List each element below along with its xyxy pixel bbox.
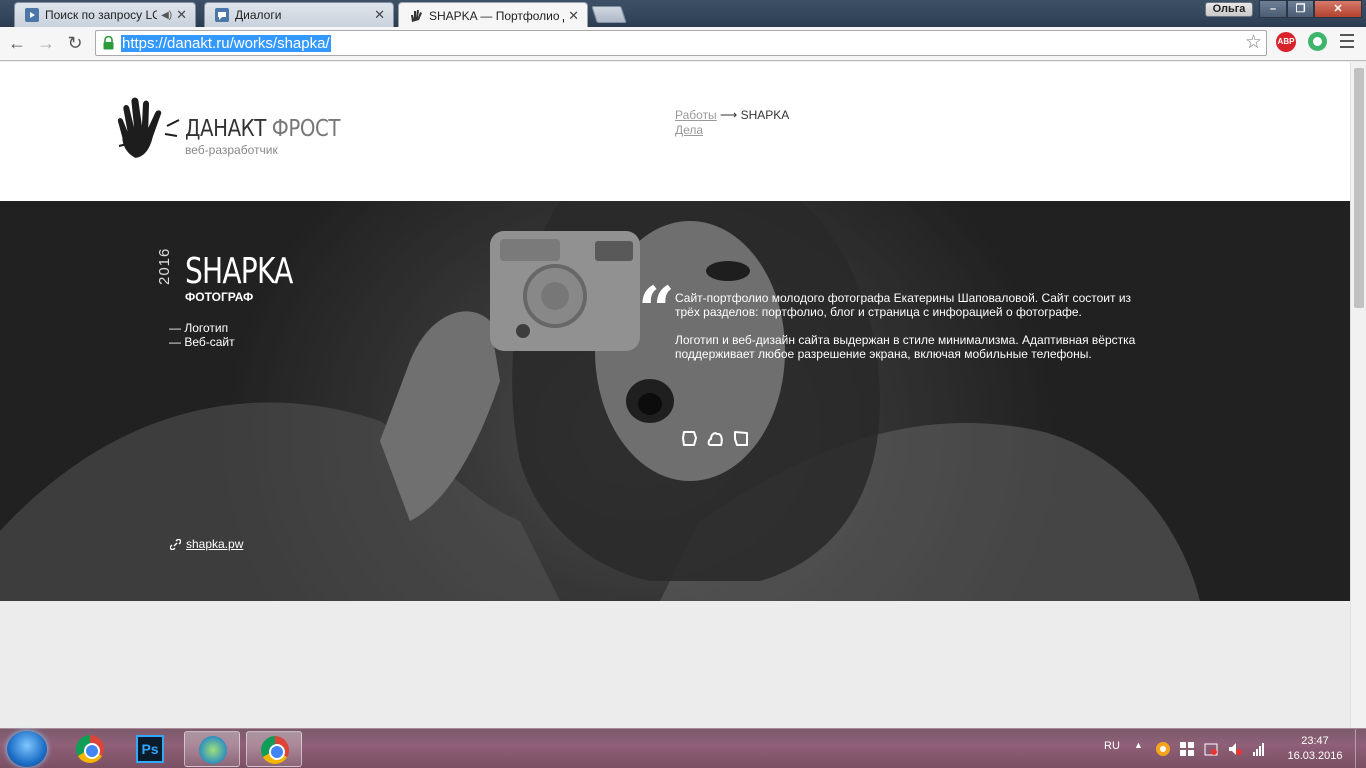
minimize-button[interactable]: – [1259,0,1287,18]
project-hero: 2016 SHAPKA ФОТОГРАФ Логотип Веб-сайт “ … [0,201,1350,601]
breadcrumb-arrow: ⟶ [716,108,741,122]
audio-icon[interactable]: ◀) [161,10,172,21]
page-viewport: ДАНАКТ ФРОСТ веб-разработчик Работы ⟶ SH… [0,62,1350,728]
menu-icon[interactable] [1340,34,1354,52]
project-title: SHAPKA [185,251,293,292]
project-link: shapka.pw [170,537,243,551]
show-desktop-button[interactable] [1355,729,1366,768]
logo-subtitle: веб-разработчик [185,143,278,157]
breadcrumb-deals-link[interactable]: Дела [675,123,703,137]
description-paragraph: Сайт-портфолио молодого фотографа Екатер… [675,291,1132,319]
cloud-shape-icon [707,432,723,446]
lock-icon [103,36,114,50]
clock-time: 23:47 [1301,735,1329,747]
language-indicator[interactable]: RU [1104,740,1120,752]
system-clock[interactable]: 23:47 16.03.2016 [1280,734,1350,764]
reload-icon[interactable]: ↻ [63,32,87,54]
show-hidden-icons-icon[interactable]: ▲ [1134,740,1143,750]
taskbar-chrome-active[interactable] [246,731,302,767]
taskbar-photoshop[interactable]: Ps [122,731,178,767]
bookmark-star-icon[interactable]: ☆ [1245,33,1262,53]
platform-icons [681,430,750,447]
logo-name-light: ФРОСТ [271,116,341,142]
service-item: Логотип [169,321,235,335]
clock-date: 16.03.2016 [1287,750,1343,762]
close-tab-icon[interactable]: ✕ [176,7,187,23]
breadcrumb: Работы ⟶ SHAPKA Дела [675,108,789,138]
url-text[interactable]: https://danakt.ru/works/shapka/ [121,35,331,52]
browser-toolbar: ← → ↻ https://danakt.ru/works/shapka/ ☆ … [0,27,1366,61]
tab-title: Диалоги [235,8,282,22]
mobile-shape-icon [734,431,748,446]
vk-video-icon [25,8,39,22]
tab-dialogs[interactable]: Диалоги ✕ [204,2,394,27]
description-paragraph: Логотип и веб-дизайн сайта выдержан в ст… [675,333,1136,361]
project-subtitle: ФОТОГРАФ [185,290,254,304]
tab-title: Поиск по запросу LOE [45,8,158,22]
photoshop-icon: Ps [136,735,164,763]
scrollbar-thumb[interactable] [1354,68,1364,308]
browser-titlebar: Поиск по запросу LOE ◀) ✕ Диалоги ✕ SHAP… [0,0,1366,28]
link-icon [170,538,181,550]
service-item: Веб-сайт [169,335,234,349]
extension-icon[interactable] [1308,32,1327,51]
logo-name-bold: ДАНАКТ [185,116,266,142]
chrome-icon [76,735,104,763]
vertical-scrollbar[interactable] [1350,62,1366,728]
start-button[interactable] [7,731,47,767]
volume-icon[interactable] [1228,742,1242,756]
project-description: Сайт-портфолио молодого фотографа Екатер… [675,291,1155,375]
close-window-button[interactable]: ✕ [1314,0,1362,18]
site-header: ДАНАКТ ФРОСТ веб-разработчик Работы ⟶ SH… [0,62,1350,201]
breadcrumb-current: SHAPKA [740,108,790,122]
profile-button[interactable]: Ольга [1205,2,1253,17]
services-list: Логотип Веб-сайт [169,321,235,349]
project-year: 2016 [156,247,173,285]
hand-logo-icon [409,9,423,23]
maximize-button[interactable]: ❐ [1287,0,1314,18]
hand-print-logo-icon[interactable] [117,96,183,158]
desktop-shape-icon [682,431,697,446]
windows-flag-icon[interactable] [1180,742,1194,756]
app-tray-icon[interactable] [1156,742,1170,756]
close-tab-icon[interactable]: ✕ [374,7,385,23]
chrome-icon [261,736,289,764]
breadcrumb-works-link[interactable]: Работы [675,108,717,122]
tab-title: SHAPKA — Портфолио Д [429,8,565,23]
new-tab-button[interactable] [591,6,627,23]
adblock-icon[interactable]: ABP [1276,32,1296,52]
address-bar[interactable]: https://danakt.ru/works/shapka/ ☆ [95,30,1267,56]
windows-taskbar: Ps RU ▲ 23:47 16.03.2016 [0,728,1366,768]
taskbar-media-app[interactable] [184,731,240,767]
quote-mark-icon: “ [638,273,675,348]
network-icon[interactable] [1252,742,1266,756]
action-center-icon[interactable] [1204,742,1218,756]
taskbar-chrome-pinned[interactable] [62,731,118,767]
tab-shapka[interactable]: SHAPKA — Портфолио Д ✕ [398,2,588,28]
media-player-icon [199,736,227,764]
forward-arrow-icon[interactable]: → [34,32,58,54]
tab-search[interactable]: Поиск по запросу LOE ◀) ✕ [14,2,196,27]
close-tab-icon[interactable]: ✕ [568,8,579,24]
logo-name[interactable]: ДАНАКТ ФРОСТ [185,116,341,142]
project-url-link[interactable]: shapka.pw [186,537,243,551]
vk-messages-icon [215,8,229,22]
back-arrow-icon[interactable]: ← [5,32,29,54]
